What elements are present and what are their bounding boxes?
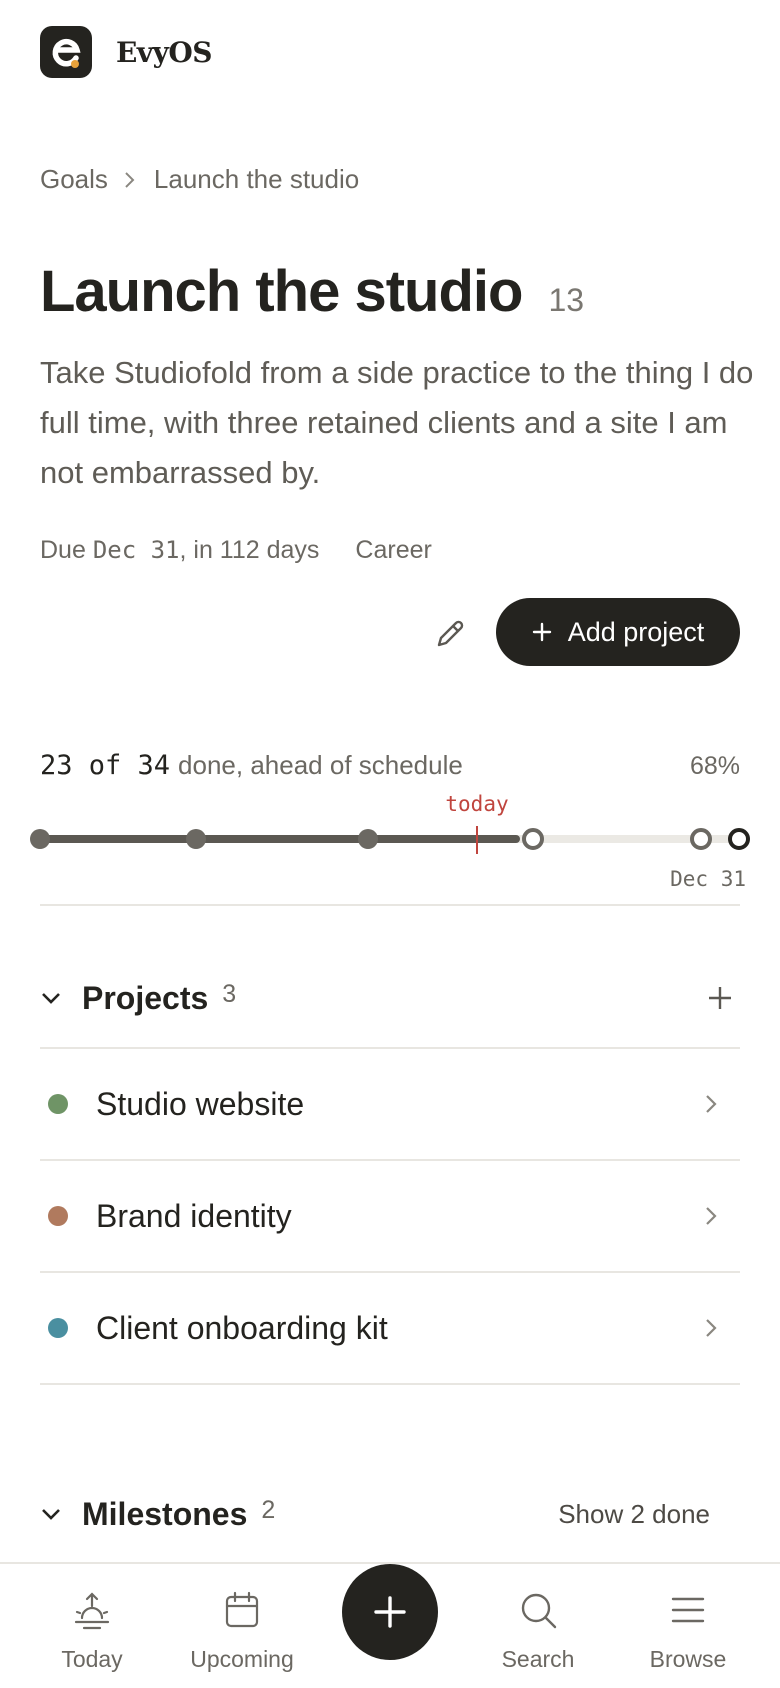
milestone-open-marker[interactable] (522, 828, 544, 850)
chevron-down-icon[interactable] (40, 1507, 68, 1521)
progress-done-count: 23 of 34 (40, 750, 171, 781)
project-label: Brand identity (96, 1197, 292, 1234)
add-project-label: Add project (567, 616, 705, 647)
plus-icon (709, 987, 731, 1009)
goal-description: Take Studiofold from a side practice to … (40, 355, 754, 490)
progress-timeline: today Dec 31 (30, 792, 750, 891)
progress-summary: 23 of 34 done, ahead of schedule 68% (40, 750, 740, 781)
divider (40, 904, 740, 906)
breadcrumb-current: Launch the studio (153, 164, 360, 194)
project-row-client-onboarding-kit[interactable]: Client onboarding kit (40, 1273, 740, 1385)
projects-title: Projects (82, 979, 209, 1016)
milestone-done-marker[interactable] (30, 829, 50, 849)
quick-add-button[interactable] (342, 1564, 438, 1660)
add-project-icon-button[interactable] (700, 978, 740, 1018)
plus-icon (374, 1596, 406, 1628)
milestones-count: 2 (261, 1495, 276, 1524)
chevron-right-icon (704, 1092, 718, 1116)
pencil-icon (437, 620, 464, 647)
project-color-dot (48, 1318, 68, 1338)
chevron-right-icon (704, 1316, 718, 1340)
projects-section-header[interactable]: Projects 3 (40, 968, 740, 1028)
edit-button[interactable] (428, 612, 472, 656)
milestone-open-marker[interactable] (690, 828, 712, 850)
end-date-label: Dec 31 (670, 867, 746, 891)
goal-meta: Due Dec 31, in 112 days Career (40, 536, 432, 565)
app-logo-icon[interactable] (40, 26, 92, 78)
milestones-section-header[interactable]: Milestones 2 Show 2 done (40, 1484, 740, 1544)
project-color-dot (48, 1094, 68, 1114)
projects-count: 3 (222, 979, 237, 1008)
breadcrumb: Goals Launch the studio (40, 164, 359, 195)
search-icon (518, 1588, 558, 1632)
chevron-right-icon (124, 170, 136, 190)
nav-upcoming-label: Upcoming (190, 1646, 294, 1672)
nav-today[interactable]: Today (22, 1588, 162, 1673)
page-title: Launch the studio (40, 259, 523, 324)
due-label: Due Dec 31, in 112 days (40, 536, 320, 564)
nav-search[interactable]: Search (468, 1588, 608, 1673)
menu-icon (668, 1588, 708, 1632)
milestone-done-marker[interactable] (358, 829, 378, 849)
project-row-studio-website[interactable]: Studio website (40, 1049, 740, 1161)
nav-search-label: Search (501, 1646, 575, 1672)
progress-status: done, ahead of schedule (178, 750, 463, 780)
title-count: 13 (548, 282, 585, 318)
nav-today-label: Today (61, 1646, 123, 1672)
progress-percent: 68% (689, 752, 740, 780)
app-name: EvyOS (116, 35, 213, 69)
nav-upcoming[interactable]: Upcoming (172, 1588, 312, 1673)
project-color-dot (48, 1206, 68, 1226)
sunrise-icon (72, 1588, 112, 1632)
chevron-down-icon[interactable] (40, 991, 68, 1005)
project-label: Client onboarding kit (96, 1309, 388, 1346)
chevron-right-icon (704, 1204, 718, 1228)
today-label: today (445, 792, 508, 816)
plus-icon (532, 622, 552, 642)
milestones-title: Milestones (82, 1495, 248, 1532)
milestone-done-marker[interactable] (186, 829, 206, 849)
area-tag[interactable]: Career (355, 536, 431, 565)
project-label: Studio website (96, 1085, 305, 1122)
show-done-button[interactable]: Show 2 done (558, 1499, 710, 1530)
title-row: Launch the studio 13 (40, 258, 584, 325)
app-header: EvyOS (40, 26, 213, 78)
nav-browse-label: Browse (649, 1646, 727, 1672)
goal-end-marker[interactable] (728, 828, 750, 850)
calendar-icon (222, 1588, 262, 1632)
breadcrumb-goals-link[interactable]: Goals (40, 164, 108, 195)
nav-browse[interactable]: Browse (618, 1588, 758, 1673)
add-project-button[interactable]: Add project (496, 598, 740, 666)
project-row-brand-identity[interactable]: Brand identity (40, 1161, 740, 1273)
